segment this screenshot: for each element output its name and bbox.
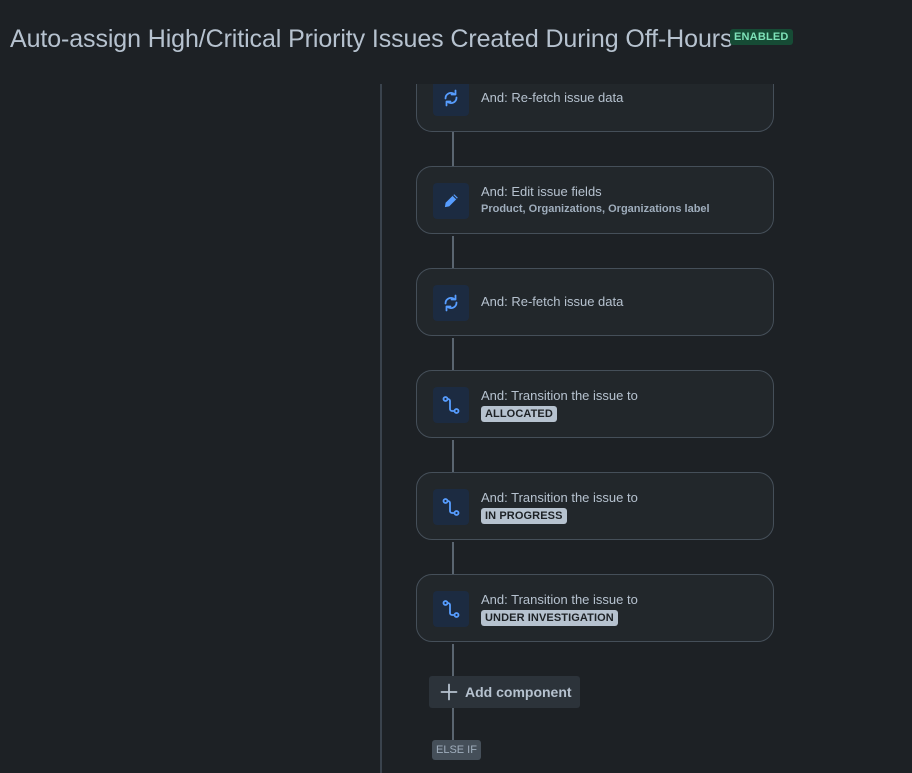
component-card-refetch[interactable]: And: Re-fetch issue data	[416, 268, 774, 336]
component-card-refetch[interactable]: And: Re-fetch issue data	[416, 84, 774, 132]
connector-line	[452, 542, 454, 574]
component-title: And: Edit issue fields	[481, 184, 602, 199]
component-card-edit-fields[interactable]: And: Edit issue fields Product, Organiza…	[416, 166, 774, 234]
refresh-icon	[433, 84, 469, 116]
component-card-transition-in-progress[interactable]: And: Transition the issue to IN PROGRESS	[416, 472, 774, 540]
rule-canvas: And: Re-fetch issue data And: Edit issue…	[0, 84, 912, 773]
status-lozenge: IN PROGRESS	[481, 507, 567, 524]
refresh-icon	[433, 285, 469, 321]
panel-divider[interactable]	[380, 84, 382, 773]
status-badge: ENABLED	[730, 29, 793, 45]
transition-icon	[433, 591, 469, 627]
component-card-transition-under-investigation[interactable]: And: Transition the issue to UNDER INVES…	[416, 574, 774, 642]
pencil-icon	[433, 183, 469, 219]
add-component-button[interactable]: Add component	[429, 676, 580, 708]
else-if-branch-label[interactable]: ELSE IF	[432, 740, 481, 760]
connector-line	[452, 132, 454, 166]
add-component-label: Add component	[465, 684, 572, 700]
component-title: And: Re-fetch issue data	[481, 294, 624, 309]
connector-line	[452, 236, 454, 268]
component-title: And: Transition the issue to	[481, 591, 638, 607]
transition-icon	[433, 489, 469, 525]
plus-icon	[440, 683, 458, 701]
connector-line	[452, 644, 454, 676]
connector-line	[452, 440, 454, 472]
component-title: And: Transition the issue to	[481, 489, 638, 505]
rule-header: Auto-assign High/Critical Priority Issue…	[0, 0, 912, 84]
transition-icon	[433, 387, 469, 423]
component-card-transition-allocated[interactable]: And: Transition the issue to ALLOCATED	[416, 370, 774, 438]
connector-line	[452, 338, 454, 370]
status-lozenge: UNDER INVESTIGATION	[481, 609, 618, 626]
component-title: And: Re-fetch issue data	[481, 89, 624, 105]
component-title: And: Transition the issue to	[481, 387, 638, 403]
status-lozenge: ALLOCATED	[481, 405, 557, 422]
rule-title: Auto-assign High/Critical Priority Issue…	[10, 25, 733, 53]
connector-line	[452, 708, 454, 740]
component-detail: Product, Organizations, Organizations la…	[481, 203, 710, 215]
